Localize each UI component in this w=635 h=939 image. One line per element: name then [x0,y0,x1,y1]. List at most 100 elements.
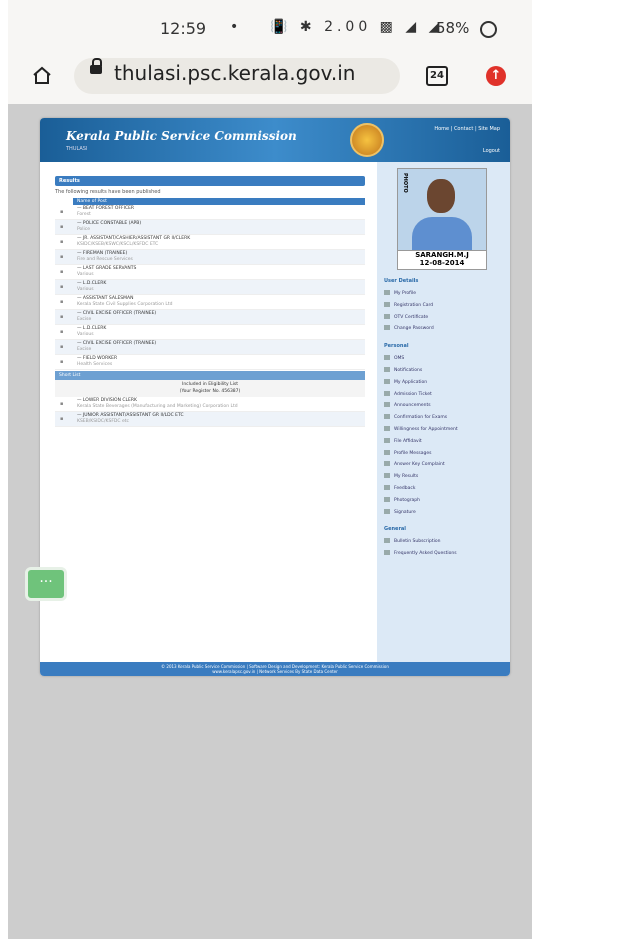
row-bullet-icon: ▪ [60,254,64,260]
top-links[interactable]: Home | Contact | Site Map [434,126,500,132]
sidebar-link-label[interactable]: Answer Key Complaint [394,462,445,467]
sidebar-link[interactable]: My Application [384,378,427,385]
sidebar-section-title: General [384,526,406,533]
results-list: ▪ — BEAT FOREST OFFICER Forest ▪ — POLICE CO… [55,205,365,370]
sidebar-link-label[interactable]: Change Password [394,326,434,331]
post-department: Various [77,272,94,277]
site-logo[interactable]: Kerala Public Service Commission [66,129,297,143]
result-row[interactable]: ▪ — JUNIOR ASSISTANT/ASSISTANT GR II/LDC … [55,412,365,427]
sidebar-link[interactable]: Admission Ticket [384,390,432,397]
result-row[interactable]: ▪ — L.D.CLERK Various [55,325,365,340]
sidebar-link[interactable]: File Affidavit [384,437,422,444]
battery-ring-icon [480,21,497,38]
sidebar-link[interactable]: Profile Messages [384,449,432,456]
sidebar-link[interactable]: Feedback [384,485,415,491]
sidebar-link-label[interactable]: File Affidavit [394,439,422,444]
post-title[interactable]: — BEAT FOREST OFFICER [77,206,134,211]
result-row[interactable]: ▪ — L.D.CLERK Various [55,280,365,295]
sidebar-link-label[interactable]: Bulletin Subscription [394,539,440,544]
photo-label: PHOTO [402,173,408,193]
post-title[interactable]: — LAST GRADE SERVANTS [77,266,136,271]
sidebar-link[interactable]: OTV Certificate [384,313,428,320]
sidebar-link-icon [384,496,390,502]
sidebar-link-icon [384,325,390,331]
site-logo-sub: THULASI [66,146,88,152]
logout-link[interactable]: Logout [483,148,500,154]
sidebar-link-label[interactable]: Frequently Asked Questions [394,551,457,556]
browser-toolbar: thulasi.psc.kerala.gov.in 24 ↑ [8,52,532,100]
sidebar-link-label[interactable]: Admission Ticket [394,392,432,397]
sidebar-link-label[interactable]: Willingness for Appointment [394,427,458,432]
sidebar-link-label[interactable]: Feedback [394,486,415,491]
sidebar-link[interactable]: OMS [384,355,404,361]
row-bullet-icon: ▪ [60,224,64,230]
name-plate: SARANGH.M.J 12-08-2014 [397,250,487,270]
sidebar-link-label[interactable]: Profile Messages [394,451,432,456]
sidebar-link-label[interactable]: Signature [394,510,416,515]
sidebar-link-label[interactable]: My Results [394,474,418,479]
post-title[interactable]: — L.D.CLERK [77,326,106,331]
battery-level: 58% [436,19,470,37]
url-text[interactable]: thulasi.psc.kerala.gov.in [114,61,355,85]
post-title[interactable]: — CIVIL EXCISE OFFICER (TRAINEE) [77,311,156,316]
sidebar-link[interactable]: Change Password [384,325,434,331]
post-title[interactable]: — CIVIL EXCISE OFFICER (TRAINEE) [77,341,156,346]
result-row[interactable]: ▪ — CIVIL EXCISE OFFICER (TRAINEE) Excise [55,310,365,325]
home-icon[interactable] [32,66,52,84]
photo-date: 12-08-2014 [419,259,465,267]
sidebar-link-label[interactable]: Confirmation for Exams [394,415,447,420]
sidebar-link-label[interactable]: Photograph [394,498,420,503]
post-title[interactable]: — LOWER DIVISION CLERK [77,398,137,403]
post-title[interactable]: — FIELD WORKER [77,356,117,361]
sidebar-link[interactable]: Frequently Asked Questions [384,550,457,556]
footer-line-2[interactable]: www.keralapsc.gov.in | Network Services … [40,669,510,674]
row-bullet-icon: ▪ [60,284,64,290]
floating-menu-button[interactable]: ··· [25,567,67,601]
sidebar-link[interactable]: Confirmation for Exams [384,414,447,420]
lock-icon [90,58,102,74]
post-department: Fire and Rescue Services [77,257,133,262]
post-title[interactable]: — JUNIOR ASSISTANT/ASSISTANT GR II/LDC E… [77,413,184,418]
sidebar-link[interactable]: Bulletin Subscription [384,538,440,544]
sidebar-section-title: User Details [384,278,419,284]
sidebar-link-label[interactable]: OMS [394,356,404,361]
sidebar-link[interactable]: Registration Card [384,301,433,308]
tab-count-button[interactable]: 24 [426,66,448,86]
post-title[interactable]: — JR. ASSISTANT/CASHIER/ASSISTANT GR II/… [77,236,190,241]
sidebar-link-label[interactable]: My Profile [394,291,416,296]
result-row[interactable]: ▪ — LOWER DIVISION CLERK Kerala State Beve… [55,397,365,412]
result-row[interactable]: ▪ — POLICE CONSTABLE (APB) Police [55,220,365,235]
sidebar-link-label[interactable]: OTV Certificate [394,315,428,320]
result-row[interactable]: ▪ — ASSISTANT SALESMAN Kerala State Civil … [55,295,365,310]
result-row[interactable]: ▪ — CIVIL EXCISE OFFICER (TRAINEE) Excise [55,340,365,355]
result-row[interactable]: ▪ — JR. ASSISTANT/CASHIER/ASSISTANT GR II… [55,235,365,250]
row-bullet-icon: ▪ [60,416,64,422]
sidebar-link[interactable]: Photograph [384,496,420,503]
result-row[interactable]: ▪ — BEAT FOREST OFFICER Forest [55,205,365,220]
register-number: (Your Register No. 456387) [179,389,241,394]
post-title[interactable]: — POLICE CONSTABLE (APB) [77,221,141,226]
sidebar-link[interactable]: Announcements [384,402,431,408]
result-row[interactable]: ▪ — FIELD WORKER Health Services [55,355,365,370]
row-bullet-icon: ▪ [60,359,64,365]
sidebar-link-label[interactable]: My Application [394,380,427,385]
post-title[interactable]: — FIREMAN (TRAINEE) [77,251,127,256]
sidebar-link-icon [384,414,390,420]
psc-page: Kerala Public Service Commission THULASI… [40,118,510,676]
sidebar-link[interactable]: Answer Key Complaint [384,461,445,467]
sidebar-link-label[interactable]: Registration Card [394,303,433,308]
row-bullet-icon: ▪ [60,344,64,350]
post-title[interactable]: — L.D.CLERK [77,281,106,286]
sidebar-link[interactable]: Signature [384,508,416,515]
post-title[interactable]: — ASSISTANT SALESMAN [77,296,133,301]
sidebar-link[interactable]: My Results [384,473,418,479]
sidebar-link-label[interactable]: Announcements [394,403,431,408]
result-row[interactable]: ▪ — FIREMAN (TRAINEE) Fire and Rescue Serv… [55,250,365,265]
sidebar-link-label[interactable]: Notifications [394,368,422,373]
update-icon[interactable]: ↑ [486,66,506,86]
sidebar-link[interactable]: Notifications [384,367,422,373]
web-viewport: Kerala Public Service Commission THULASI… [8,104,532,939]
result-row[interactable]: ▪ — LAST GRADE SERVANTS Various [55,265,365,280]
sidebar-link[interactable]: Willingness for Appointment [384,426,458,432]
sidebar-link[interactable]: My Profile [384,290,416,296]
